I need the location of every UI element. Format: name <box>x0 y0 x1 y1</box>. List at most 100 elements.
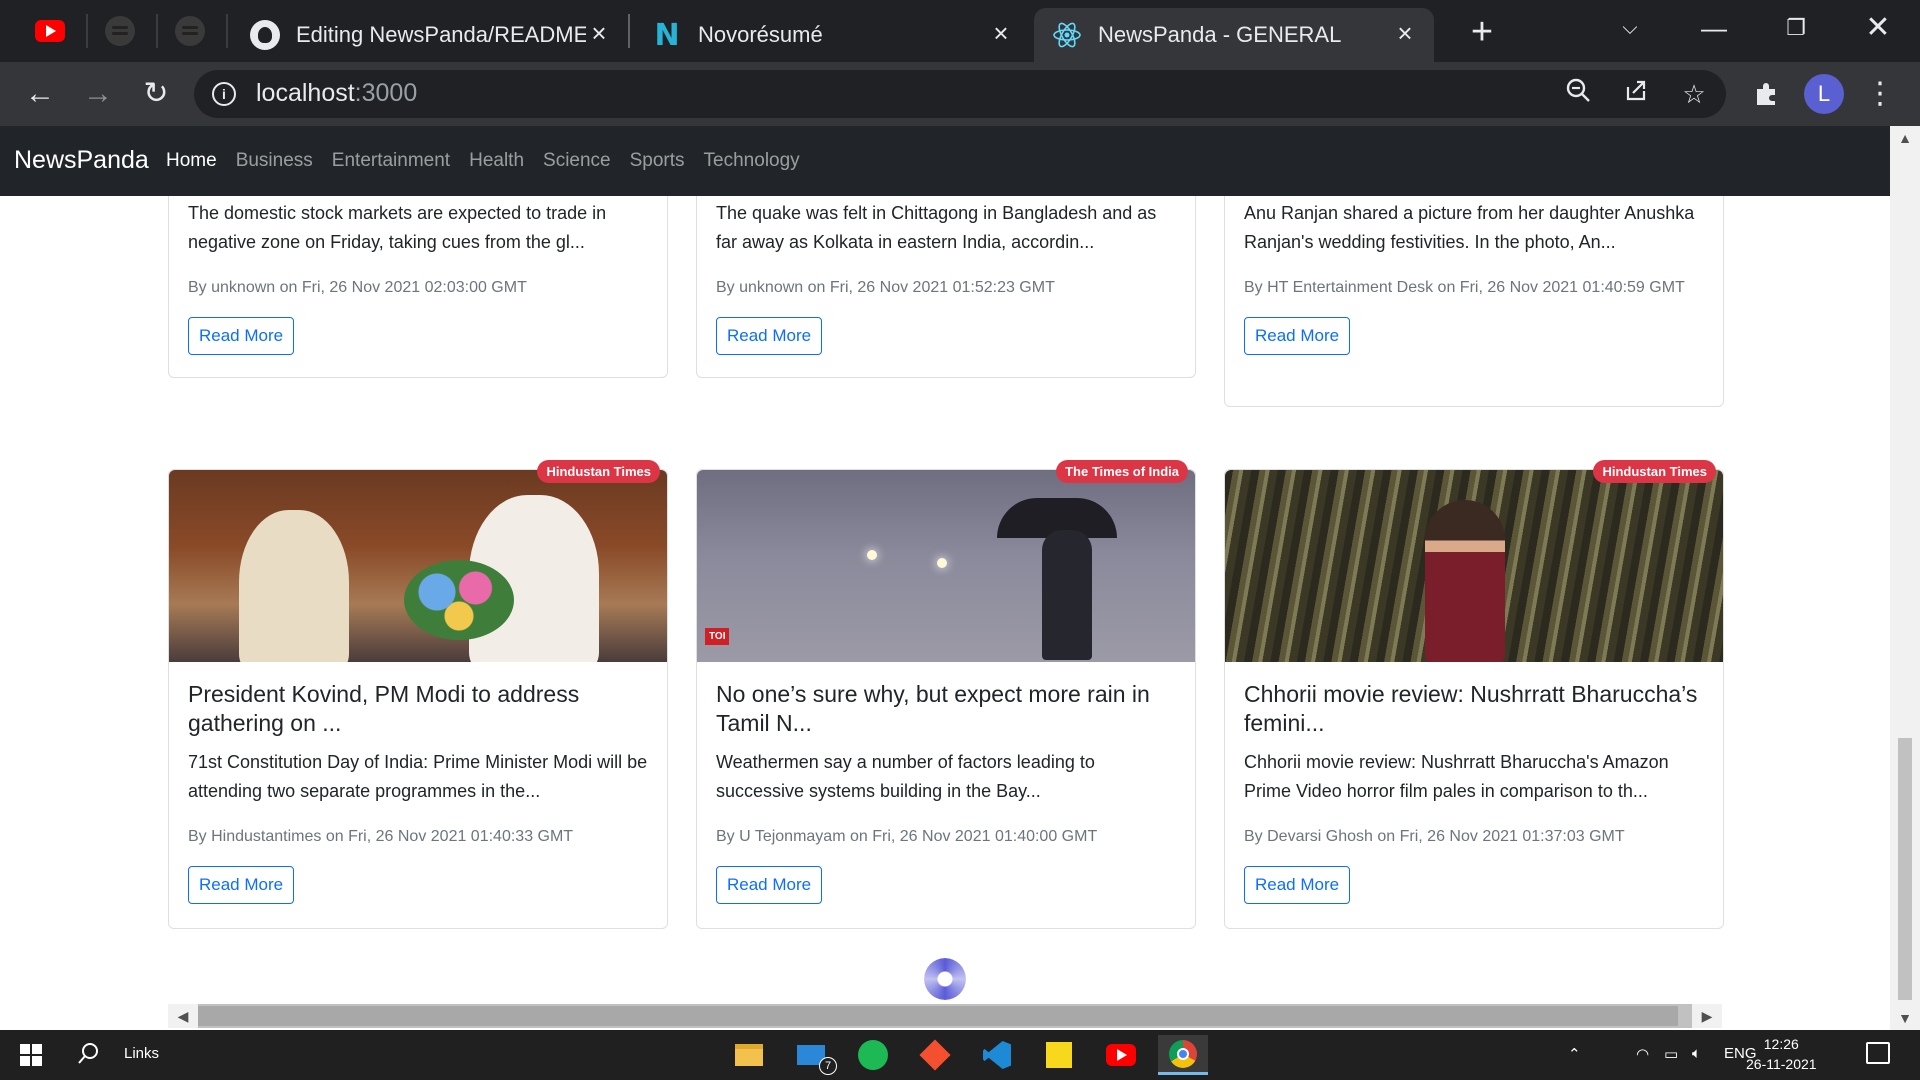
forward-arrow-icon[interactable]: → <box>76 72 120 116</box>
minimize-icon[interactable]: — <box>1684 8 1744 48</box>
card-title: Chhorii movie review: Nushrratt Bharucch… <box>1244 681 1698 736</box>
vscode-icon[interactable] <box>972 1035 1022 1075</box>
nav-link-business[interactable]: Business <box>236 150 313 172</box>
tray-expand-icon[interactable]: ⌃ <box>1568 1045 1581 1063</box>
news-image <box>169 470 667 662</box>
battery-icon[interactable]: ▭ <box>1664 1045 1678 1063</box>
notifications-icon[interactable] <box>1866 1042 1890 1064</box>
bookmark-star-icon[interactable]: ☆ <box>1676 76 1712 112</box>
read-more-button[interactable]: Read More <box>716 317 823 355</box>
spotify-icon[interactable] <box>848 1035 898 1075</box>
read-more-button[interactable]: Read More <box>188 317 295 355</box>
loading-spinner-icon <box>924 958 966 1000</box>
youtube-icon[interactable] <box>1096 1035 1146 1075</box>
scroll-left-icon[interactable]: ◀ <box>168 1004 198 1028</box>
tab-search-chevron-icon[interactable]: ⌵ <box>1600 8 1660 48</box>
chrome-icon[interactable] <box>1158 1035 1208 1075</box>
git-icon[interactable] <box>910 1035 960 1075</box>
close-tab-icon[interactable]: × <box>586 20 612 46</box>
new-tab-button[interactable]: + <box>1460 10 1504 54</box>
read-more-button[interactable]: Read More <box>1244 866 1351 904</box>
volume-icon[interactable]: 🔈︎ <box>1692 1045 1701 1062</box>
nav-link-entertainment[interactable]: Entertainment <box>332 150 450 172</box>
news-card: The Times of India TOI No one’s sure why… <box>696 460 1196 929</box>
back-arrow-icon[interactable]: ← <box>18 72 62 116</box>
wifi-icon[interactable]: ◠ <box>1636 1045 1649 1063</box>
pinned-tab-spotify-2[interactable] <box>160 8 220 54</box>
search-icon[interactable] <box>78 1042 100 1070</box>
source-badge: Hindustan Times <box>537 460 660 483</box>
card-byline: By U Tejonmayam on Fri, 26 Nov 2021 01:4… <box>716 828 1098 845</box>
tab-divider <box>628 14 630 48</box>
mail-badge: 7 <box>819 1057 837 1075</box>
tab-github-readme[interactable]: Editing NewsPanda/README.md × <box>232 8 628 62</box>
news-image: TOI <box>697 470 1195 662</box>
pinned-tab-spotify-1[interactable] <box>90 8 150 54</box>
clock-date: 26-11-2021 <box>1746 1056 1817 1072</box>
windows-taskbar: Links 7 ⌃ ◠ ▭ 🔈︎ ENG 12:26 26-11-2021 <box>0 1030 1920 1080</box>
close-window-icon[interactable]: ✕ <box>1848 8 1908 48</box>
card-byline: By Devarsi Ghosh on Fri, 26 Nov 2021 01:… <box>1244 828 1625 845</box>
scrollbar-thumb[interactable] <box>198 1006 1678 1026</box>
spotify-icon <box>175 16 205 46</box>
extensions-icon[interactable] <box>1744 72 1788 116</box>
nav-link-home[interactable]: Home <box>166 150 217 172</box>
links-toolbar[interactable]: Links <box>124 1045 159 1062</box>
toi-logo: TOI <box>705 628 730 645</box>
site-info-icon[interactable]: i <box>212 82 236 106</box>
tab-novoresume[interactable]: N Novorésumé × <box>634 8 1030 62</box>
tab-title: Novorésumé <box>698 22 823 47</box>
nav-link-science[interactable]: Science <box>543 150 611 172</box>
card-description: The quake was felt in Chittagong in Bang… <box>716 203 1157 252</box>
tab-title: NewsPanda - GENERAL <box>1098 22 1342 47</box>
nav-links: Home Business Entertainment Health Scien… <box>166 150 800 172</box>
card-description: The domestic stock markets are expected … <box>188 203 607 252</box>
news-card: Hindustan Times Chhorii movie review: Nu… <box>1224 460 1724 929</box>
reload-icon[interactable]: ↻ <box>134 72 178 116</box>
file-explorer-icon[interactable] <box>724 1035 774 1075</box>
github-icon <box>250 20 280 50</box>
card-description: Weathermen say a number of factors leadi… <box>716 752 1095 801</box>
card-byline: By unknown on Fri, 26 Nov 2021 02:03:00 … <box>188 279 527 296</box>
profile-avatar[interactable]: L <box>1804 74 1844 114</box>
clock-time: 12:26 <box>1763 1036 1799 1052</box>
pinned-tab-youtube[interactable] <box>20 8 80 54</box>
nav-link-sports[interactable]: Sports <box>630 150 685 172</box>
share-icon[interactable] <box>1618 76 1654 112</box>
spotify-icon <box>105 16 135 46</box>
read-more-button[interactable]: Read More <box>188 866 295 904</box>
news-card: The quake was felt in Chittagong in Bang… <box>696 196 1196 378</box>
novoresume-icon: N <box>654 17 680 53</box>
read-more-button[interactable]: Read More <box>1244 317 1351 355</box>
scrollbar-thumb[interactable] <box>1898 738 1912 1000</box>
clock[interactable]: 12:26 26-11-2021 <box>1746 1034 1817 1074</box>
nav-link-technology[interactable]: Technology <box>704 150 800 172</box>
windows-start-icon[interactable] <box>20 1044 42 1066</box>
news-image <box>1225 470 1723 662</box>
card-description: Anu Ranjan shared a picture from her dau… <box>1244 203 1695 252</box>
card-byline: By unknown on Fri, 26 Nov 2021 01:52:23 … <box>716 279 1055 296</box>
browser-menu-icon[interactable]: ⋮ <box>1858 72 1902 116</box>
tab-title: Editing NewsPanda/README.md <box>296 22 586 47</box>
close-tab-icon[interactable]: × <box>1392 20 1418 46</box>
restore-window-icon[interactable]: ❐ <box>1766 8 1826 48</box>
zoom-icon[interactable] <box>1560 76 1596 112</box>
vertical-scrollbar[interactable]: ▲ ▼ <box>1890 126 1920 1030</box>
url-text[interactable]: localhost:3000 <box>256 79 417 108</box>
news-content: The domestic stock markets are expected … <box>0 196 1890 1004</box>
close-tab-icon[interactable]: × <box>988 20 1014 46</box>
tab-newspanda[interactable]: NewsPanda - GENERAL × <box>1034 8 1434 62</box>
horizontal-scrollbar[interactable]: ◀ ▶ <box>168 1004 1722 1028</box>
browser-tab-strip: Editing NewsPanda/README.md × N Novorésu… <box>0 0 1920 62</box>
scroll-right-icon[interactable]: ▶ <box>1692 1004 1722 1028</box>
scroll-up-icon[interactable]: ▲ <box>1890 126 1920 150</box>
react-icon <box>1052 20 1082 50</box>
scroll-down-icon[interactable]: ▼ <box>1890 1006 1920 1030</box>
sticky-notes-icon[interactable] <box>1034 1035 1084 1075</box>
read-more-button[interactable]: Read More <box>716 866 823 904</box>
card-byline: By Hindustantimes on Fri, 26 Nov 2021 01… <box>188 828 574 845</box>
mail-icon[interactable]: 7 <box>786 1035 837 1075</box>
address-bar[interactable]: i localhost:3000 ☆ <box>194 70 1726 118</box>
brand-logo[interactable]: NewsPanda <box>14 146 149 175</box>
nav-link-health[interactable]: Health <box>469 150 524 172</box>
